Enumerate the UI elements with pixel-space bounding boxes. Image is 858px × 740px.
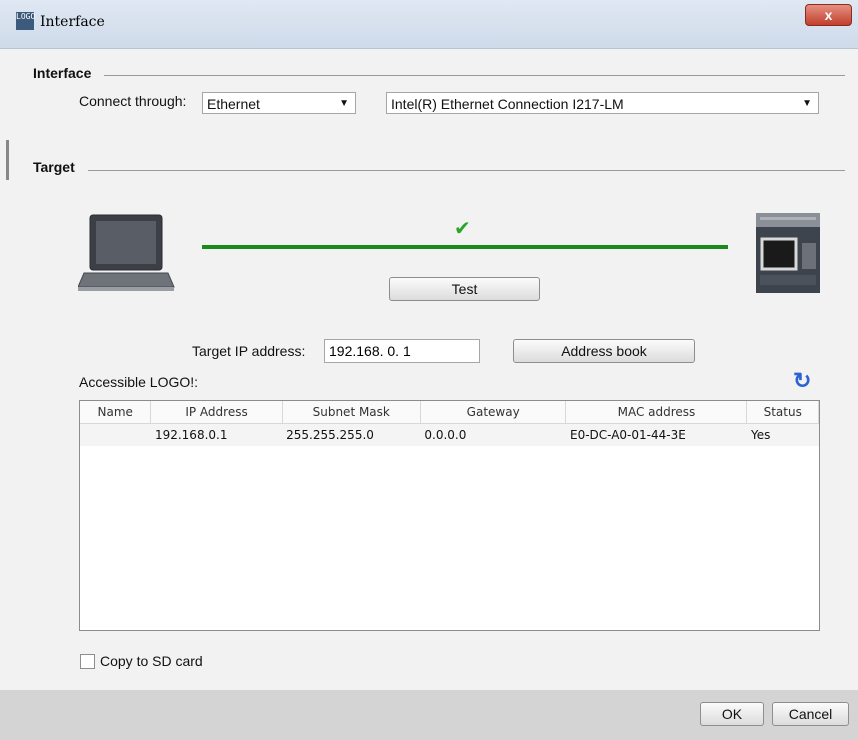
refresh-icon[interactable]: ↻: [793, 368, 811, 394]
logo-device-icon: [756, 213, 820, 293]
copy-to-sd-checkbox[interactable]: [80, 654, 95, 669]
cell-status: Yes: [746, 423, 819, 446]
column-header-status[interactable]: Status: [746, 401, 819, 424]
address-book-button[interactable]: Address book: [513, 339, 695, 363]
column-header-name[interactable]: Name: [80, 401, 152, 424]
connect-through-label: Connect through:: [79, 93, 187, 109]
cancel-button[interactable]: Cancel: [772, 702, 849, 726]
network-adapter-value: Intel(R) Ethernet Connection I217-LM: [391, 96, 624, 112]
target-section-label: Target: [33, 159, 75, 175]
cell-name: [80, 423, 151, 446]
column-header-gateway[interactable]: Gateway: [420, 401, 567, 424]
cell-gateway: 0.0.0.0: [420, 423, 566, 446]
connection-line: [202, 245, 728, 249]
laptop-icon: [78, 214, 175, 291]
accessible-devices-table: Name IP Address Subnet Mask Gateway MAC …: [79, 400, 820, 631]
column-header-ip-address[interactable]: IP Address: [150, 401, 283, 424]
column-header-mac-address[interactable]: MAC address: [565, 401, 748, 424]
cell-mac-address: E0-DC-A0-01-44-3E: [565, 423, 747, 446]
connection-ok-check-icon: ✔: [454, 218, 471, 240]
connect-through-dropdown[interactable]: Ethernet ▼: [202, 92, 356, 114]
column-header-subnet-mask[interactable]: Subnet Mask: [282, 401, 421, 424]
accessible-logo-label: Accessible LOGO!:: [79, 374, 199, 390]
table-header-row: Name IP Address Subnet Mask Gateway MAC …: [80, 401, 819, 424]
close-icon: x: [824, 7, 833, 23]
target-ip-label: Target IP address:: [192, 343, 306, 359]
logo-app-icon: LOGO: [16, 12, 35, 30]
target-ip-input[interactable]: 192.168. 0. 1: [324, 339, 480, 363]
title-bar: LOGO Interface x: [0, 0, 858, 49]
interface-section-label: Interface: [33, 65, 92, 81]
edge-marker: [6, 140, 9, 180]
target-section-divider: [88, 170, 845, 171]
cell-ip-address: 192.168.0.1: [150, 423, 283, 446]
cell-subnet-mask: 255.255.255.0: [282, 423, 421, 446]
copy-to-sd-label: Copy to SD card: [100, 653, 203, 669]
dialog-footer: OK Cancel: [0, 690, 858, 740]
dropdown-arrow-icon: ▼: [802, 98, 812, 109]
ok-button[interactable]: OK: [700, 702, 764, 726]
window-title: Interface: [40, 14, 105, 30]
connect-through-value: Ethernet: [207, 96, 260, 112]
close-button[interactable]: x: [805, 4, 852, 26]
dropdown-arrow-icon: ▼: [339, 98, 349, 109]
network-adapter-dropdown[interactable]: Intel(R) Ethernet Connection I217-LM ▼: [386, 92, 819, 114]
table-row[interactable]: 192.168.0.1 255.255.255.0 0.0.0.0 E0-DC-…: [80, 423, 819, 446]
test-button[interactable]: Test: [389, 277, 540, 301]
interface-section-divider: [104, 75, 845, 76]
